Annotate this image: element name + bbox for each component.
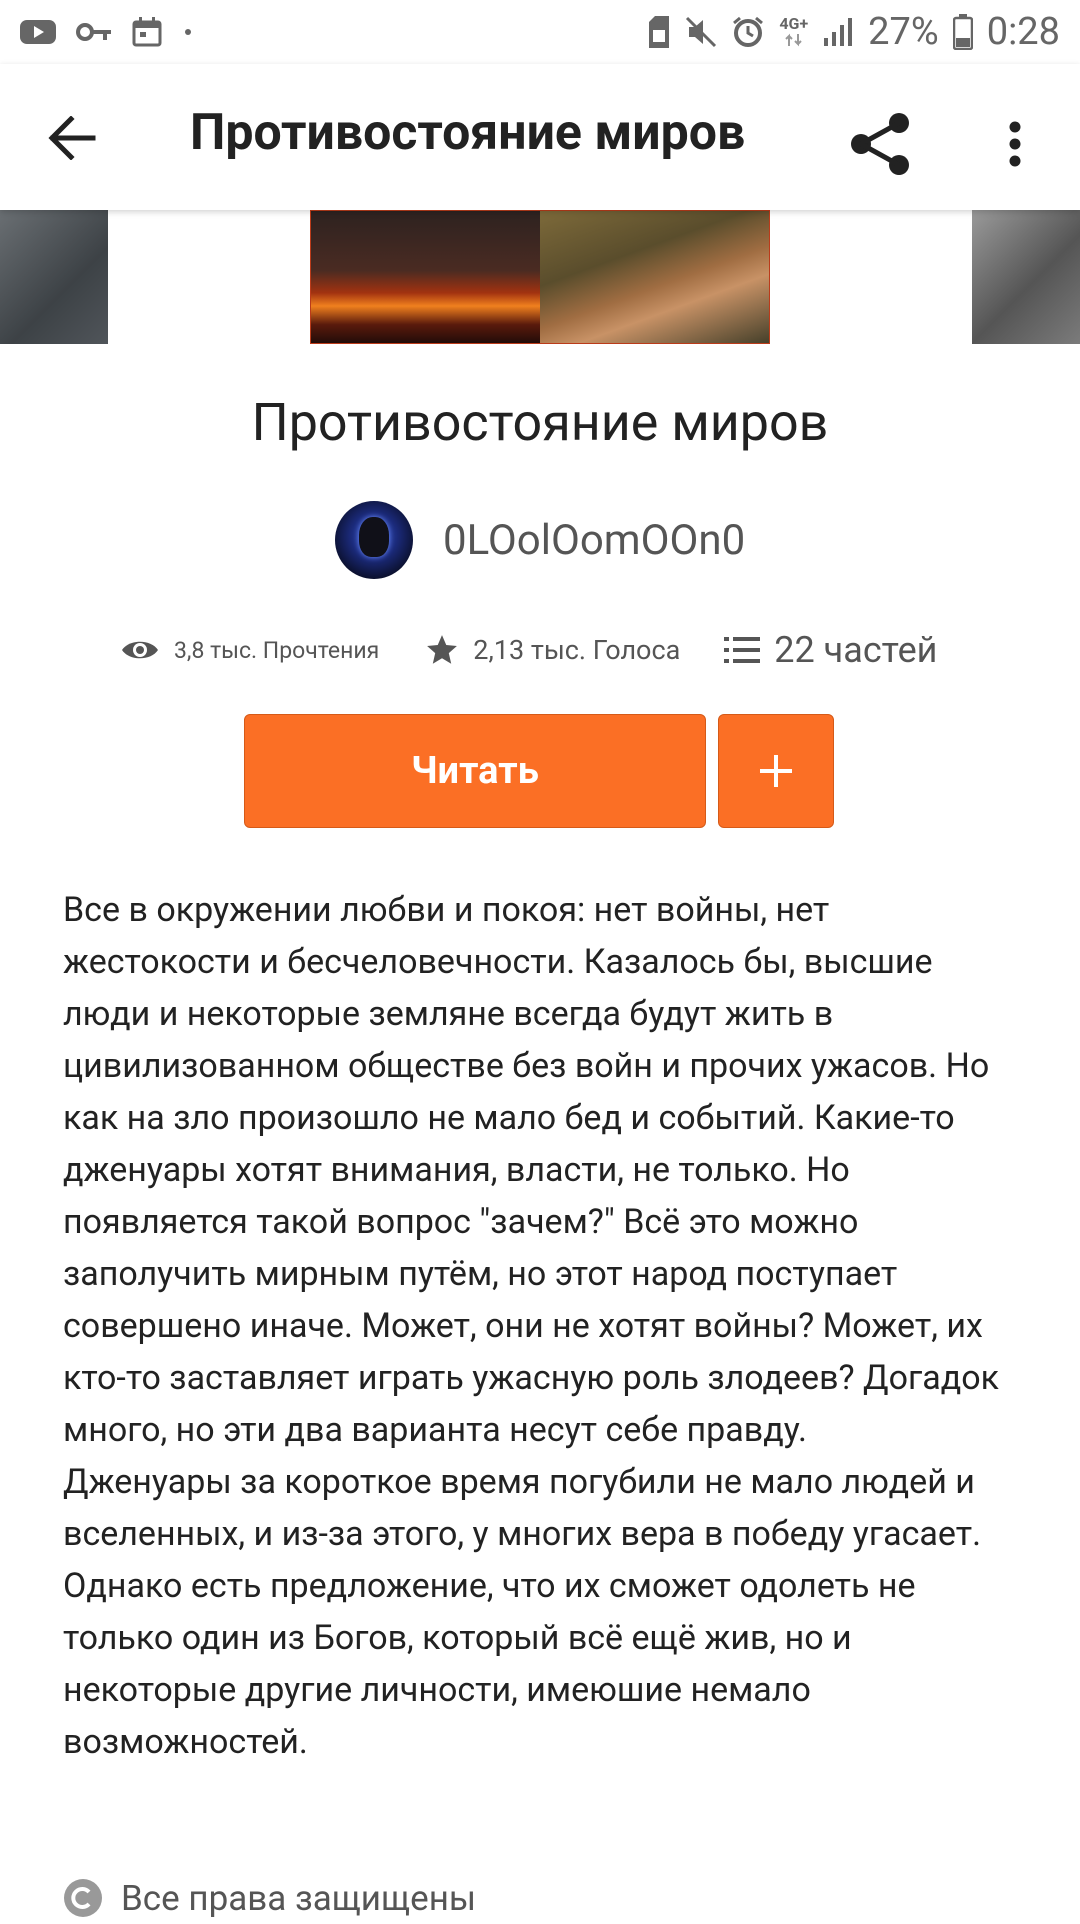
parts-count[interactable]: 22 частей: [774, 629, 937, 671]
story-stats: 3,8 тыс. Прочтения 2,13 тыс. Голоса 22 ч…: [120, 620, 980, 680]
calendar-icon: [132, 17, 162, 47]
status-left-icons: [20, 10, 194, 54]
cover-art-fire: [311, 211, 540, 343]
signal-icon: [824, 18, 853, 46]
description-paragraph: Все в окружении любви и покоя: нет войны…: [63, 890, 1000, 1450]
status-right-icons: 4G+ 27% 0:28: [647, 6, 1060, 58]
author-link[interactable]: 0LOolOomOOn0: [335, 500, 745, 580]
dot-icon: [185, 29, 191, 35]
key-icon: [76, 23, 111, 41]
copyright-info: Все права защищены: [63, 1872, 476, 1924]
read-button[interactable]: Читать: [244, 714, 706, 828]
status-bar: 4G+ 27% 0:28: [0, 0, 1080, 64]
mute-icon: [686, 16, 717, 48]
description-paragraph: Дженуары за короткое время погубили не м…: [63, 1462, 982, 1762]
clock: 0:28: [986, 10, 1060, 54]
story-description: Все в окружении любви и покоя: нет войны…: [63, 884, 1023, 1768]
data-arrows-icon: [785, 33, 802, 47]
story-title: Противостояние миров: [251, 392, 829, 453]
youtube-icon: [20, 20, 56, 44]
plus-icon: [760, 755, 792, 787]
back-arrow-icon: [48, 116, 96, 160]
author-name[interactable]: 0LOolOomOOn0: [443, 516, 745, 565]
network-indicator: 4G+: [779, 16, 808, 48]
network-type: 4G+: [779, 14, 809, 33]
sim-icon: [649, 16, 670, 48]
cover-next[interactable]: [972, 210, 1080, 344]
eye-icon: [122, 641, 158, 659]
reads-stat: 3,8 тыс. Прочтения: [120, 636, 379, 664]
list-icon: [724, 637, 761, 663]
app-bar: Противостояние миров: [0, 64, 1080, 210]
battery-icon: [952, 14, 973, 50]
more-options-button[interactable]: [990, 104, 1040, 184]
cover-art-archer: [540, 211, 769, 343]
avatar[interactable]: [335, 501, 413, 579]
star-icon: [427, 635, 458, 664]
votes-stat: 2,13 тыс. Голоса: [425, 633, 680, 667]
cover-current[interactable]: [310, 210, 770, 344]
battery-percent: 27%: [868, 10, 939, 54]
add-to-library-button[interactable]: [718, 714, 834, 828]
share-icon: [851, 113, 909, 175]
app-bar-title: Противостояние миров: [190, 104, 746, 162]
votes-count: 2,13 тыс. Голоса: [473, 634, 681, 666]
reads-count: 3,8 тыс. Прочтения: [174, 636, 380, 664]
back-button[interactable]: [40, 106, 104, 170]
copyright-icon: [64, 1879, 102, 1917]
share-button[interactable]: [840, 104, 920, 184]
cover-previous[interactable]: [0, 210, 108, 344]
copyright-label: Все права защищены: [121, 1877, 477, 1919]
cover-carousel[interactable]: [0, 210, 1080, 344]
more-vert-icon: [1009, 121, 1021, 167]
parts-stat[interactable]: 22 частей: [724, 629, 937, 671]
alarm-icon: [733, 16, 764, 47]
